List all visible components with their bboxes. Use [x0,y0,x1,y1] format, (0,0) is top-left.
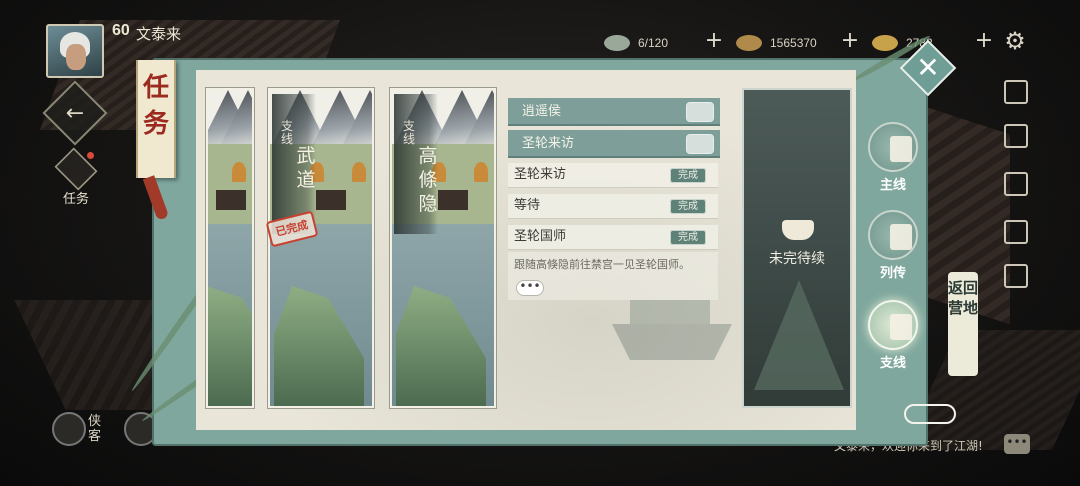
hero-label: 侠客 [88,414,102,444]
card-title: 支线 高條隐 [394,94,438,234]
add-stone-button[interactable]: + [704,30,724,52]
resource-value: 6/120 [638,36,669,50]
panel-title: 任务 [136,60,176,178]
player-name: 文泰来 [136,25,182,43]
notification-dot [87,152,94,159]
quest-step-name: 圣轮国师 [514,229,567,244]
resource-stone: 6/120 [604,33,668,53]
stone-icon [604,35,630,51]
book-icon [890,314,912,340]
checklist-icon[interactable] [1004,220,1028,244]
bag-icon[interactable] [1004,124,1028,148]
hero-button[interactable]: 侠客 [52,410,102,448]
card-name: 高條隐 [418,145,438,215]
add-gold-button[interactable]: + [974,30,994,52]
book-icon[interactable] [1004,264,1028,288]
tab-side-quest[interactable]: 支线 [862,300,924,371]
toggle-icon[interactable] [904,404,956,424]
task-hud-button[interactable]: 任务 [50,147,102,212]
quest-step[interactable]: 等待 完成 [508,194,718,219]
quest-step[interactable]: 圣轮来访 完成 [508,163,718,188]
quest-group-title: 圣轮来访 [522,136,575,151]
scroll-icon [890,136,912,162]
chest-icon[interactable] [686,134,714,154]
hero-icon [52,412,86,446]
quest-group-header[interactable]: 逍遥侯 [508,98,720,126]
more-button[interactable]: ••• [516,280,544,296]
tab-label: 列传 [879,266,906,281]
status-badge: 完成 [670,199,706,214]
add-copper-button[interactable]: + [840,30,860,52]
card-kind: 支线 [402,119,415,146]
status-badge: 完成 [670,168,706,183]
tab-label: 主线 [879,178,906,193]
gear-icon[interactable]: ⚙ [1002,28,1028,54]
close-icon: ✕ [916,51,940,84]
task-hud-label: 任务 [62,192,89,207]
tab-label: 支线 [879,356,906,371]
pending-label: 未完待续 [769,251,825,267]
card-name: 武道 [296,145,316,191]
quest-card[interactable] [206,88,254,408]
quest-group-header[interactable]: 圣轮来访 [508,130,720,158]
quest-card[interactable]: 支线 高條隐 [390,88,496,408]
quest-card[interactable]: 支线 武道 [268,88,374,408]
quest-step-name: 等待 [514,198,541,213]
resource-copper: 1565370 [736,33,817,53]
boat-decoration [630,300,710,324]
quest-group-title: 逍遥侯 [522,104,562,119]
scroll-icon[interactable] [1004,172,1028,196]
pending-card: 未完待续 [742,88,852,408]
tab-biography[interactable]: 列传 [862,210,924,281]
quest-step-name: 圣轮来访 [514,167,567,182]
player-level: 60 [112,22,130,39]
gold-ingot-icon [872,35,898,51]
quest-step[interactable]: 圣轮国师 完成 [508,225,718,250]
card-kind: 支线 [280,119,293,146]
player-avatar[interactable] [46,24,104,78]
map-icon[interactable] [1004,80,1028,104]
arrow-left-icon: ← [65,100,85,126]
copper-coin-icon [736,35,762,51]
resource-value: 1565370 [770,36,817,50]
chat-button[interactable]: ••• [1004,434,1030,454]
status-badge: 完成 [670,230,706,245]
book-icon [890,224,912,250]
return-camp-button[interactable]: 返回营地 [948,272,978,376]
chest-icon[interactable] [686,102,714,122]
incense-burner-icon [782,220,814,240]
tab-main-quest[interactable]: 主线 [862,122,924,193]
